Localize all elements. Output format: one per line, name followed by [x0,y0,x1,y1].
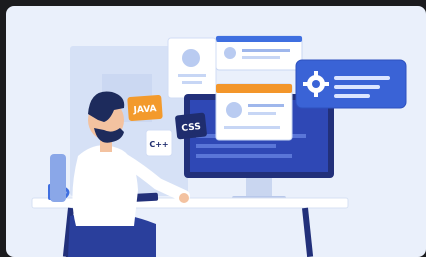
user-avatar-icon [226,102,242,118]
user-avatar-icon [182,49,200,67]
css-badge-label: CSS [181,122,201,134]
java-badge-label: JAVA [132,104,157,116]
cpp-badge-label: C++ [149,140,168,149]
cpp-badge: C++ [145,129,173,157]
profile-card [167,37,217,99]
developer-illustration: JAVA CSS C++ [31,35,407,257]
screenshot-frame: JAVA CSS C++ [0,0,426,257]
settings-window [295,59,407,109]
code-window-orange [215,83,293,141]
profile-window-top [215,35,303,71]
java-badge: JAVA [127,95,163,121]
illustration-card: JAVA CSS C++ [6,6,426,257]
user-avatar-icon [224,47,236,59]
css-badge: CSS [175,112,207,140]
